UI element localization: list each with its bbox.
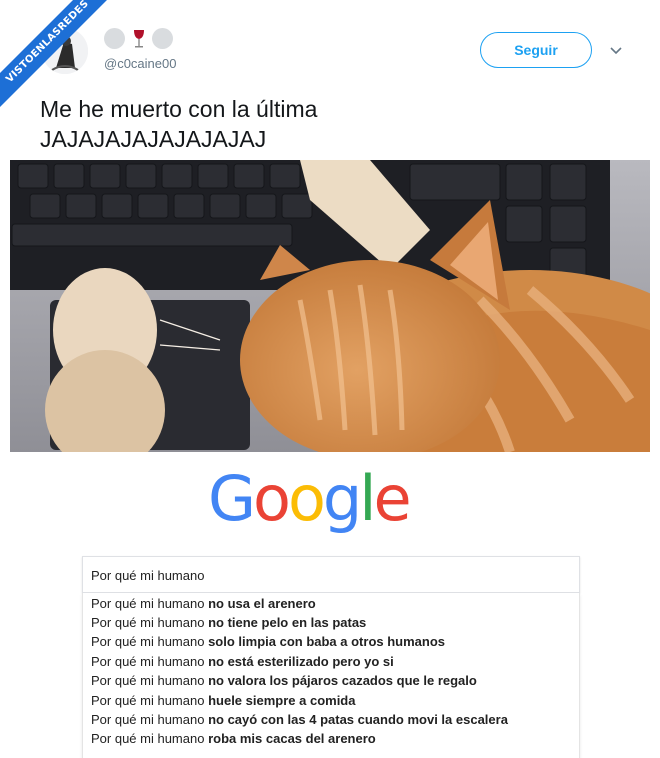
watermark-ribbon: VISTOENLASREDES [0,0,130,130]
suggestion-item[interactable]: Por qué mi humano solo limpia con baba a… [91,634,445,649]
suggestion-item[interactable]: Por qué mi humano roba mis cacas del are… [91,731,376,746]
suggestion-item[interactable]: Por qué mi humano no cayó con las 4 pata… [91,712,508,727]
suggestion-completion: no está esterilizado pero yo si [208,654,394,669]
suggestion-item[interactable]: Por qué mi humano no tiene pelo en las p… [91,615,366,630]
suggestion-prefix: Por qué mi humano [91,712,209,727]
suggestion-completion: no tiene pelo en las patas [208,615,367,630]
logo-letter: l [359,462,376,535]
suggestion-completion: solo limpia con baba a otros humanos [208,634,446,649]
suggestion-item[interactable]: Por qué mi humano no valora los pájaros … [91,673,477,688]
wine-glass-icon [128,28,149,49]
suggestion-completion: no usa el arenero [208,596,316,611]
google-screenshot: Google Por qué mi humano Por qué mi huma… [10,452,650,758]
chevron-down-icon[interactable] [608,42,624,58]
suggestion-completion: no valora los pájaros cazados que le reg… [208,673,477,688]
logo-letter: G [208,462,256,535]
search-input[interactable]: Por qué mi humano [82,556,580,593]
google-logo: Google [208,462,412,535]
suggestion-prefix: Por qué mi humano [91,654,209,669]
logo-letter: g [322,462,362,535]
suggestion-prefix: Por qué mi humano [91,731,209,746]
suggestion-item[interactable]: Por qué mi humano no usa el arenero [91,596,316,611]
logo-letter: o [287,462,326,535]
follow-button[interactable]: Seguir [480,32,592,68]
suggestion-item[interactable]: Por qué mi humano no está esterilizado p… [91,654,394,669]
search-query-text: Por qué mi humano [91,568,205,583]
logo-letter: e [373,462,412,535]
tweet-photo[interactable] [10,160,650,452]
suggestion-item[interactable]: Por qué mi humano huele siempre a comida [91,693,355,708]
suggestion-completion: huele siempre a comida [208,693,356,708]
watermark-text: VISTOENLASREDES [0,0,128,122]
suggestion-completion: no cayó con las 4 patas cuando movi la e… [208,712,508,727]
suggestion-prefix: Por qué mi humano [91,596,209,611]
logo-letter: o [253,462,291,535]
suggestion-completion: roba mis cacas del arenero [208,731,376,746]
suggestion-prefix: Por qué mi humano [91,634,209,649]
name-emoji-placeholder [152,28,173,49]
suggestion-prefix: Por qué mi humano [91,693,209,708]
suggestion-prefix: Por qué mi humano [91,673,209,688]
suggestions-dropdown: Por qué mi humano no usa el arenero Por … [82,593,580,758]
suggestion-prefix: Por qué mi humano [91,615,209,630]
